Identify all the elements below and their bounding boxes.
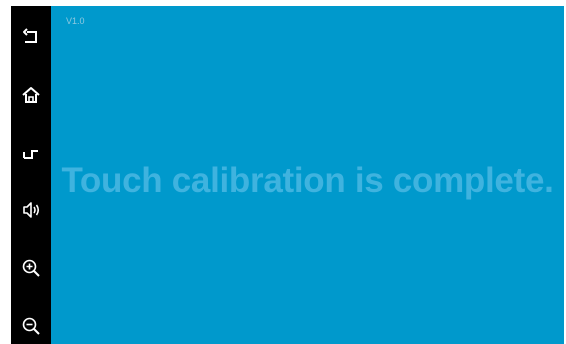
zoom-in-button[interactable] xyxy=(11,250,51,286)
recent-apps-icon xyxy=(23,150,38,159)
home-icon xyxy=(22,87,40,103)
calibration-screen[interactable]: V1.0 Touch calibration is complete. xyxy=(51,6,564,344)
device-screen: V1.0 Touch calibration is complete. xyxy=(11,6,564,344)
zoom-in-icon xyxy=(22,259,40,277)
back-icon xyxy=(23,28,37,43)
zoom-out-button[interactable] xyxy=(11,308,51,344)
volume-button[interactable] xyxy=(11,192,51,228)
version-label: V1.0 xyxy=(66,16,85,26)
recent-apps-button[interactable] xyxy=(11,135,51,171)
calibration-complete-message: Touch calibration is complete. xyxy=(61,161,554,200)
navigation-sidebar xyxy=(11,6,51,344)
home-button[interactable] xyxy=(11,77,51,113)
zoom-out-icon xyxy=(22,317,40,335)
volume-icon xyxy=(23,202,40,218)
back-button[interactable] xyxy=(11,19,51,55)
